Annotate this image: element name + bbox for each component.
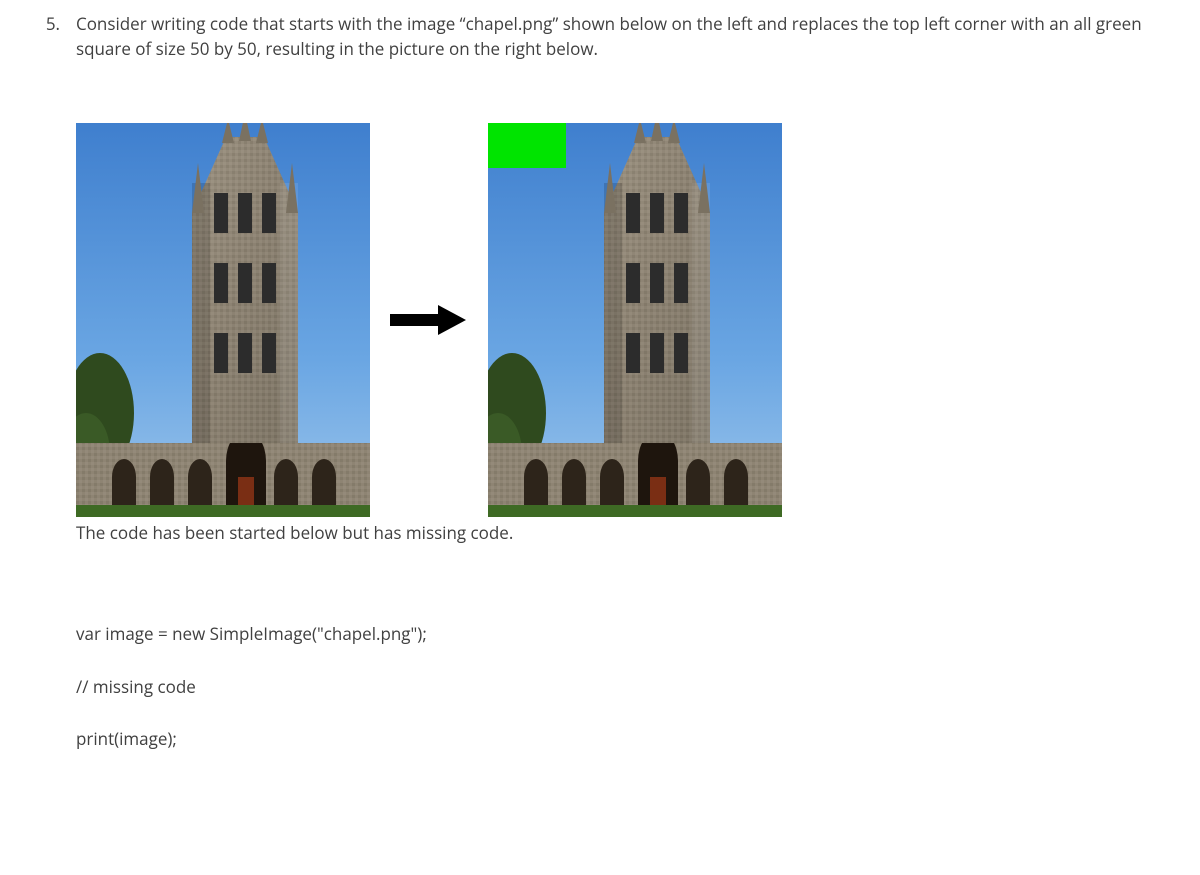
code-line-2: // missing code (76, 675, 1176, 700)
chapel-image-right (488, 123, 782, 517)
code-line-3: print(image); (76, 727, 1176, 752)
question-block: 5. Consider writing code that starts wit… (24, 12, 1176, 61)
chapel-image-left (76, 123, 370, 517)
question-prompt: Consider writing code that starts with t… (76, 12, 1176, 61)
page: 5. Consider writing code that starts wit… (0, 0, 1200, 875)
green-square-overlay (488, 123, 566, 168)
question-number: 5. (24, 12, 76, 37)
code-line-1: var image = new SimpleImage("chapel.png"… (76, 622, 1176, 647)
arrow-right-icon (390, 307, 468, 333)
arrow-column (370, 307, 488, 333)
figure-caption: The code has been started below but has … (76, 521, 1176, 546)
figure-row (76, 123, 1176, 517)
code-block: var image = new SimpleImage("chapel.png"… (76, 622, 1176, 752)
